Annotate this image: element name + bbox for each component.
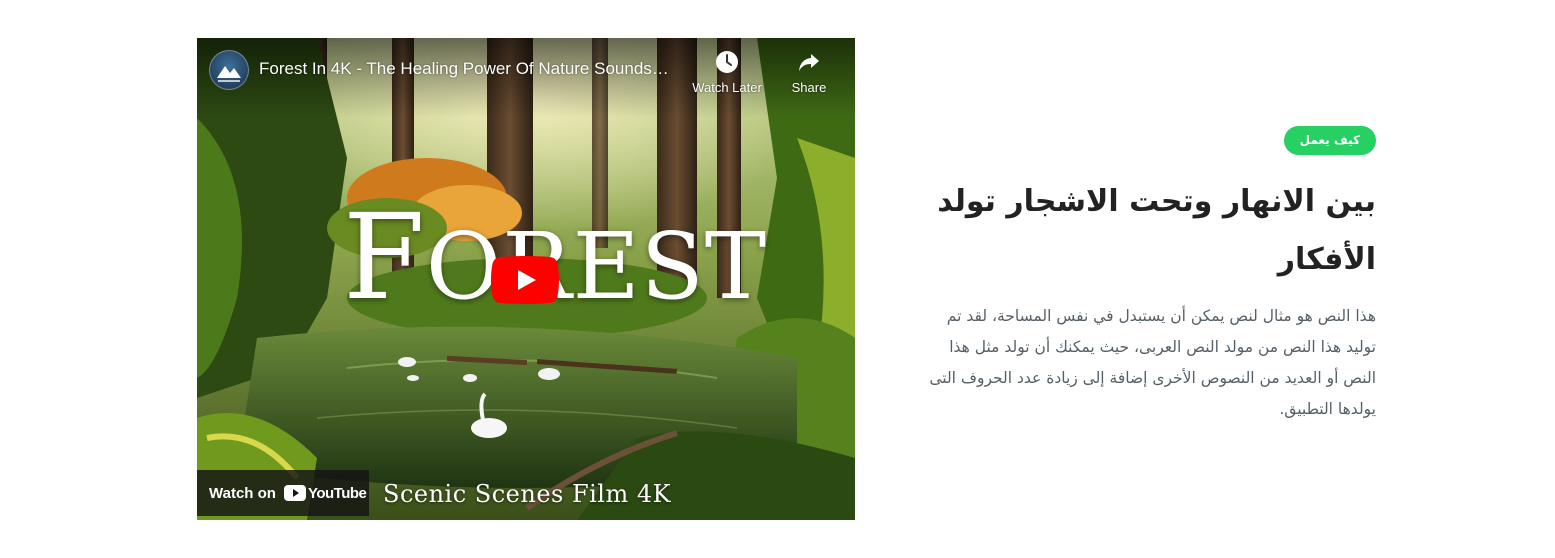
thumbnail-title-rest: OREST — [425, 213, 768, 320]
youtube-video-embed[interactable]: Forest In 4K - The Healing Power Of Natu… — [197, 38, 855, 520]
watch-on-label: Watch on — [209, 484, 276, 502]
youtube-logo-icon — [283, 485, 306, 501]
youtube-wordmark: YouTube — [307, 484, 367, 502]
watch-later-label: Watch Later — [692, 80, 762, 95]
share-arrow-icon — [799, 54, 819, 71]
section-badge: كيف يعمل — [1283, 126, 1376, 155]
thumbnail-title-initial: F — [343, 188, 426, 326]
page: Forest In 4K - The Healing Power Of Natu… — [0, 0, 1555, 558]
watch-later-button[interactable]: Watch Later — [687, 50, 767, 95]
section-paragraph: هذا النص هو مثال لنص يمكن أن يستبدل في ن… — [929, 307, 1376, 418]
share-button[interactable]: Share — [783, 50, 835, 95]
how-it-works-section: كيف يعمل بين الانهار وتحت الاشجار تولد ا… — [920, 126, 1376, 425]
clock-icon — [716, 51, 738, 73]
share-label: Share — [791, 80, 827, 95]
channel-avatar-icon[interactable] — [209, 50, 249, 90]
play-button[interactable] — [491, 256, 559, 304]
section-heading: بين الانهار وتحت الاشجار تولد الأفكار — [937, 184, 1376, 277]
youtube-play-icon — [491, 256, 559, 304]
youtube-logo: YouTube — [283, 484, 367, 502]
thumbnail-caption: Scenic Scenes Film 4K — [383, 480, 672, 508]
video-title[interactable]: Forest In 4K - The Healing Power Of Natu… — [259, 59, 689, 79]
watch-on-youtube-button[interactable]: Watch on YouTube — [197, 470, 369, 516]
